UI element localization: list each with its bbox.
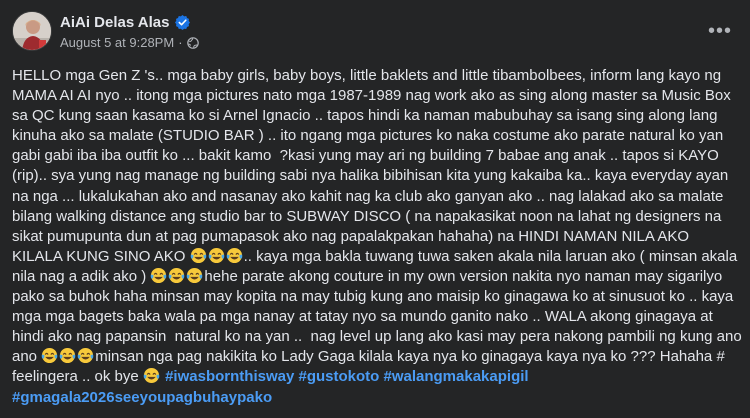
author-name[interactable]: AiAi Delas Alas bbox=[60, 14, 170, 31]
meta-separator: · bbox=[178, 35, 183, 50]
tears-of-joy-emoji bbox=[41, 347, 58, 364]
post-header: AiAi Delas Alas August 5 at 9:28PM · ••• bbox=[12, 11, 738, 57]
verified-badge-icon bbox=[174, 15, 190, 30]
tears-of-joy-emoji bbox=[186, 267, 203, 284]
tears-of-joy-emoji bbox=[77, 347, 94, 364]
post-text-part-1: HELLO mga Gen Z 's.. mga baby girls, bab… bbox=[12, 67, 735, 265]
globe-icon[interactable] bbox=[186, 36, 199, 49]
tears-of-joy-emoji bbox=[190, 247, 207, 264]
hashtag-link[interactable]: #iwasbornthisway bbox=[165, 368, 294, 385]
tears-of-joy-emoji bbox=[208, 247, 225, 264]
hashtag-link[interactable]: #gmagala2026seeyoupagbuhaypako bbox=[12, 389, 272, 406]
avatar[interactable] bbox=[12, 11, 52, 51]
hashtag-link[interactable]: #walangmakakapigil bbox=[384, 368, 529, 385]
tears-of-joy-emoji bbox=[143, 367, 160, 384]
more-options-button[interactable]: ••• bbox=[702, 13, 738, 49]
tears-of-joy-emoji bbox=[168, 267, 185, 284]
hashtag-link[interactable]: #gustokoto bbox=[298, 368, 379, 385]
tears-of-joy-emoji bbox=[59, 347, 76, 364]
post-meta: August 5 at 9:28PM · bbox=[60, 35, 199, 50]
post-body: HELLO mga Gen Z 's.. mga baby girls, bab… bbox=[12, 66, 742, 408]
author-line: AiAi Delas Alas bbox=[60, 14, 190, 31]
facebook-post: AiAi Delas Alas August 5 at 9:28PM · •••… bbox=[0, 0, 750, 418]
tears-of-joy-emoji bbox=[150, 267, 167, 284]
tears-of-joy-emoji bbox=[226, 247, 243, 264]
post-date[interactable]: August 5 at 9:28PM bbox=[60, 35, 174, 50]
